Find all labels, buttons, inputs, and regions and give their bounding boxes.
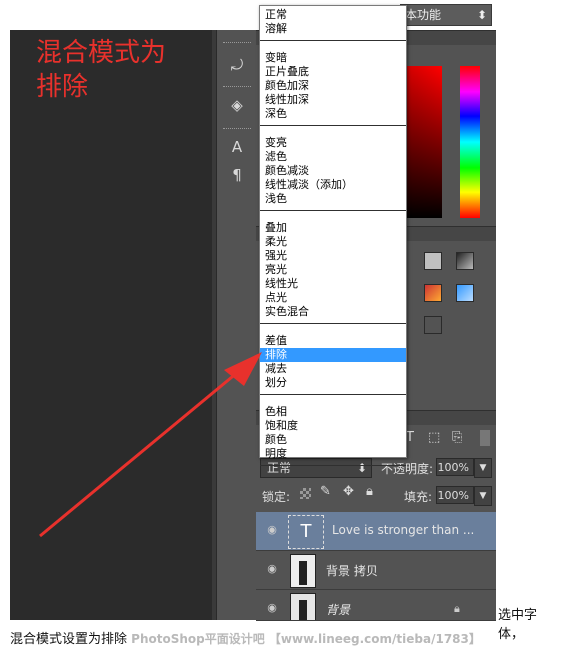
shape-filter-icon[interactable]: ⬚ bbox=[428, 430, 440, 445]
character-icon[interactable]: A bbox=[225, 136, 249, 158]
visibility-eye-icon[interactable]: ◉ bbox=[266, 602, 278, 614]
style-swatch[interactable] bbox=[424, 284, 442, 302]
menu-group: 叠加 柔光 强光 亮光 线性光 点光 实色混合 bbox=[260, 211, 406, 324]
style-swatch[interactable] bbox=[456, 284, 474, 302]
blend-mode-option[interactable]: 变暗 bbox=[260, 51, 406, 65]
blend-mode-option[interactable]: 线性加深 bbox=[260, 93, 406, 107]
menu-group: 变亮 滤色 颜色减淡 线性减淡（添加） 浅色 bbox=[260, 126, 406, 211]
visibility-eye-icon[interactable]: ◉ bbox=[266, 524, 278, 536]
blend-mode-option[interactable]: 浅色 bbox=[260, 192, 406, 206]
lock-transparent-icon[interactable] bbox=[300, 488, 311, 499]
blend-mode-option[interactable]: 线性光 bbox=[260, 277, 406, 291]
menu-group: 正常 溶解 bbox=[260, 6, 406, 41]
history-icon[interactable]: ⤾ bbox=[225, 54, 249, 76]
opacity-input[interactable]: 100% bbox=[436, 458, 474, 476]
blend-mode-option[interactable]: 点光 bbox=[260, 291, 406, 305]
layer-row-text[interactable]: ◉ T Love is stronger than ... bbox=[256, 512, 496, 551]
blend-mode-option[interactable]: 深色 bbox=[260, 107, 406, 121]
lock-position-icon[interactable]: ✥ bbox=[343, 484, 354, 499]
paragraph-icon[interactable]: ¶ bbox=[225, 164, 249, 186]
blend-mode-option[interactable]: 滤色 bbox=[260, 150, 406, 164]
visibility-eye-icon[interactable]: ◉ bbox=[266, 563, 278, 575]
type-filter-icon[interactable]: T bbox=[406, 430, 414, 445]
style-swatch[interactable] bbox=[424, 252, 442, 270]
blend-mode-option[interactable]: 正片叠底 bbox=[260, 65, 406, 79]
panel-grip[interactable] bbox=[223, 42, 251, 46]
blend-mode-option[interactable]: 变亮 bbox=[260, 136, 406, 150]
blend-mode-option[interactable]: 明度 bbox=[260, 447, 406, 461]
smart-object-filter-icon[interactable]: ⎘ bbox=[452, 430, 462, 445]
layer-name[interactable]: 背景 bbox=[326, 601, 350, 618]
annotation-line-1: 混合模式为 bbox=[36, 38, 167, 68]
menu-group: 变暗 正片叠底 颜色加深 线性加深 深色 bbox=[260, 41, 406, 126]
style-swatch[interactable] bbox=[456, 252, 474, 270]
chevron-down-icon: ⬍ bbox=[476, 8, 487, 22]
lock-icon: 🔒︎ bbox=[454, 602, 460, 615]
layer-row-background[interactable]: ◉ 背景 🔒︎ bbox=[256, 590, 496, 621]
3d-cube-icon[interactable]: ◈ bbox=[225, 94, 249, 116]
text-layer-thumbnail: T bbox=[288, 515, 324, 549]
blend-mode-option[interactable]: 差值 bbox=[260, 334, 406, 348]
blend-mode-option[interactable]: 正常 bbox=[260, 8, 406, 22]
opacity-dropdown-icon[interactable]: ▼ bbox=[474, 458, 492, 478]
blend-mode-option[interactable]: 饱和度 bbox=[260, 419, 406, 433]
blend-mode-option[interactable]: 线性减淡（添加） bbox=[260, 178, 406, 192]
layer-row-background-copy[interactable]: ◉ 背景 拷贝 bbox=[256, 551, 496, 590]
annotation-text: 混合模式为 排除 bbox=[36, 36, 206, 104]
blend-mode-option[interactable]: 颜色加深 bbox=[260, 79, 406, 93]
layer-name[interactable]: 背景 拷贝 bbox=[326, 562, 378, 579]
workspace-select[interactable]: 本功能 ⬍ bbox=[400, 4, 492, 26]
blend-mode-option[interactable]: 柔光 bbox=[260, 235, 406, 249]
caption: 混合模式设置为排除 PhotoShop平面设计吧 【www.lineeg.com… bbox=[10, 628, 481, 647]
fill-input[interactable]: 100% bbox=[436, 486, 474, 504]
filter-toggle[interactable] bbox=[480, 430, 490, 446]
photo-thumbnail bbox=[290, 593, 316, 620]
watermark: PhotoShop平面设计吧 【www.lineeg.com/tieba/178… bbox=[131, 632, 481, 646]
hue-slider[interactable] bbox=[460, 66, 480, 218]
document-canvas[interactable] bbox=[10, 30, 212, 620]
blend-mode-option[interactable]: 强光 bbox=[260, 249, 406, 263]
style-swatch[interactable] bbox=[424, 316, 442, 334]
blend-mode-option[interactable]: 叠加 bbox=[260, 221, 406, 235]
blend-mode-option[interactable]: 溶解 bbox=[260, 22, 406, 36]
menu-group: 色相 饱和度 颜色 明度 bbox=[260, 395, 406, 466]
photo-thumbnail bbox=[290, 554, 316, 588]
blend-mode-menu: 正常 溶解 变暗 正片叠底 颜色加深 线性加深 深色 变亮 滤色 颜色减淡 线性减淡（添加） 浅色 叠加… bbox=[259, 5, 407, 466]
blend-mode-option[interactable]: 实色混合 bbox=[260, 305, 406, 319]
panel-grip[interactable] bbox=[223, 86, 251, 90]
blend-mode-option[interactable]: 颜色减淡 bbox=[260, 164, 406, 178]
lock-label: 锁定: bbox=[262, 490, 291, 504]
fill-dropdown-icon[interactable]: ▼ bbox=[474, 486, 492, 506]
lock-all-icon[interactable]: 🔒︎ bbox=[366, 484, 373, 499]
collapsed-panel-strip: ⤾ ◈ A ¶ bbox=[216, 30, 257, 620]
layer-name[interactable]: Love is stronger than ... bbox=[332, 523, 474, 537]
blend-mode-option[interactable]: 色相 bbox=[260, 405, 406, 419]
fill-label: 填充: bbox=[404, 490, 433, 504]
annotation-line-2: 排除 bbox=[36, 72, 89, 102]
caption-main: 混合模式设置为排除 bbox=[10, 632, 128, 647]
lock-image-icon[interactable]: ✎ bbox=[320, 484, 331, 499]
blend-mode-option[interactable]: 亮光 bbox=[260, 263, 406, 277]
blend-mode-option[interactable]: 划分 bbox=[260, 376, 406, 390]
menu-group: 差值 排除 减去 划分 bbox=[260, 324, 406, 395]
caption-tail: 选中字体， bbox=[498, 608, 538, 642]
blend-mode-option[interactable]: 减去 bbox=[260, 362, 406, 376]
blend-mode-option[interactable]: 颜色 bbox=[260, 433, 406, 447]
blend-mode-option[interactable]: 排除 bbox=[260, 348, 406, 362]
workspace-label: 本功能 bbox=[405, 8, 442, 22]
panel-grip[interactable] bbox=[223, 128, 251, 132]
